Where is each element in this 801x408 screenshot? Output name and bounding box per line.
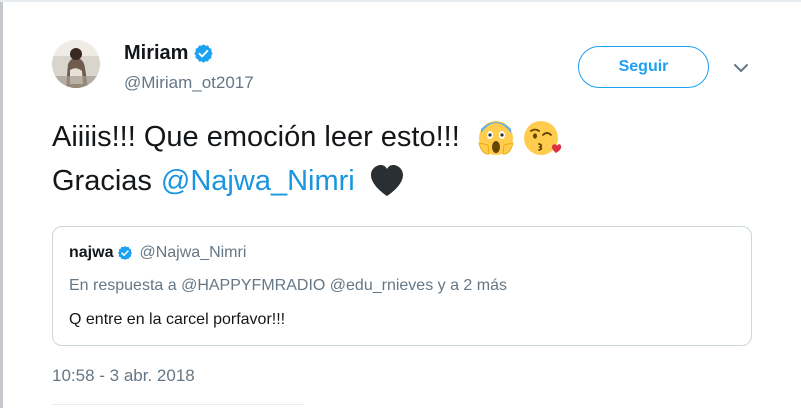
black-heart-emoji-icon: [370, 165, 403, 196]
quoted-tweet-text: Q entre en la carcel porfavor!!!: [69, 311, 286, 328]
quoted-tweet-reply-context: En respuesta a @HAPPYFMRADIO @edu_rnieve…: [69, 277, 507, 294]
author-avatar[interactable]: [52, 40, 100, 88]
face-blowing-kiss-emoji-icon: [523, 121, 561, 155]
avatar-photo: [52, 40, 100, 88]
chevron-down-icon[interactable]: [733, 62, 749, 74]
divider: [52, 404, 304, 405]
author-handle[interactable]: @Miriam_ot2017: [124, 73, 254, 93]
tweet-text-line-1-text: Aiiiis!!! Que emoción leer esto!!!: [52, 121, 460, 153]
tweet-text: Aiiiis!!! Que emoción leer esto!!! Graci…: [52, 115, 562, 203]
quoted-tweet-handle: @Najwa_Nimri: [139, 244, 247, 261]
screaming-face-emoji-icon: [478, 121, 514, 155]
tweet-text-line-2-prefix: Gracias: [52, 165, 152, 197]
author-display-name[interactable]: Miriam: [124, 42, 188, 65]
window-frame-left: [0, 0, 3, 408]
follow-button[interactable]: Seguir: [578, 46, 709, 88]
mention-link[interactable]: @Najwa_Nimri: [161, 159, 355, 203]
quoted-tweet-header: najwa @Najwa_Nimri: [69, 244, 246, 262]
quoted-tweet-display-name: najwa: [69, 244, 114, 261]
verified-badge-icon: [194, 44, 214, 63]
tweet-text-line-1: Aiiiis!!! Que emoción leer esto!!!: [52, 115, 562, 159]
quoted-tweet-card[interactable]: najwa @Najwa_Nimri En respuesta a @HAPPY…: [52, 226, 752, 346]
tweet-text-line-2: Gracias @Najwa_Nimri: [52, 159, 562, 203]
window-frame-top: [0, 0, 801, 2]
author-name-row: Miriam: [124, 42, 214, 65]
tweet-timestamp[interactable]: 10:58 - 3 abr. 2018: [52, 366, 195, 386]
quoted-verified-badge-icon: [118, 246, 133, 260]
